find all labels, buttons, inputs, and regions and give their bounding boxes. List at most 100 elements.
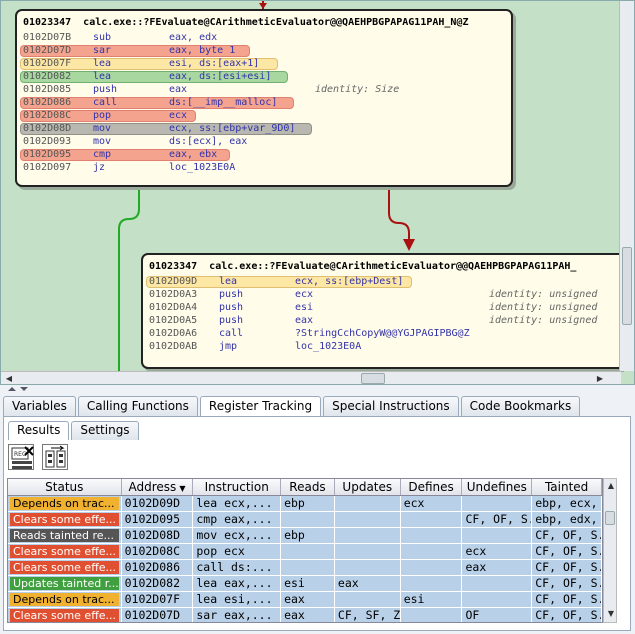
instruction-address: 0102D095 xyxy=(23,149,72,160)
instruction-address: 0102D07D xyxy=(23,45,72,56)
instruction-operands: ds:[ecx], eax xyxy=(169,136,248,147)
instruction-row[interactable]: 0102D093 mov ds:[ecx], eax xyxy=(23,135,505,148)
instruction-mnemonic: push xyxy=(219,315,244,326)
column-header-reads[interactable]: Reads xyxy=(281,479,335,495)
panel-splitter[interactable] xyxy=(0,385,635,394)
instruction-operands: ecx, ss:[ebp+var_9D0] xyxy=(169,123,296,134)
column-header-address[interactable]: Address ▼ xyxy=(122,479,194,495)
splitter-arrows-icon[interactable] xyxy=(6,385,46,394)
sub-tab-bar: Results Settings xyxy=(8,421,141,440)
column-header-tainted[interactable]: Tainted xyxy=(532,479,602,495)
scroll-thumb[interactable] xyxy=(605,511,615,525)
cell-undefines: CF, OF, S... xyxy=(462,512,533,527)
table-row[interactable]: Clears some effe... 0102D095 cmp eax,... CF… xyxy=(8,512,602,528)
instruction-address: 0102D07F xyxy=(23,58,72,69)
table-row[interactable]: Depends on trac... 0102D07F lea esi,... eax… xyxy=(8,592,602,608)
table-row[interactable]: Clears some effe... 0102D086 call ds:... ea… xyxy=(8,560,602,576)
instruction-row[interactable]: 0102D08C pop ecx xyxy=(20,109,505,122)
graph-view[interactable]: 01023347 calc.exe::?FEvaluate@CArithmetic… xyxy=(0,0,635,385)
node-address: 01023347 xyxy=(149,261,198,272)
column-header-status[interactable]: Status xyxy=(8,479,122,495)
cell-undefines xyxy=(462,496,533,511)
instruction-row[interactable]: 0102D097 jz loc_1023E0A xyxy=(23,161,505,174)
instruction-address: 0102D0A4 xyxy=(149,302,198,313)
instruction-row[interactable]: 0102D086 call ds:[__imp__malloc] xyxy=(20,96,505,109)
instruction-address: 0102D085 xyxy=(23,84,72,95)
tab-variables[interactable]: Variables xyxy=(3,396,76,417)
instruction-row[interactable]: 0102D08D mov ecx, ss:[ebp+var_9D0] xyxy=(20,122,505,135)
cell-updates xyxy=(335,528,401,543)
code-block-node-2[interactable]: 01023347 calc.exe::?FEvaluate@CArithmetic… xyxy=(141,253,621,369)
table-row[interactable]: Depends on trac... 0102D09D lea ecx,... ebp… xyxy=(8,496,602,512)
column-header-instruction[interactable]: Instruction xyxy=(193,479,282,495)
cell-instruction: sar eax,... xyxy=(193,608,282,622)
table-body: Depends on trac... 0102D09D lea ecx,... ebp… xyxy=(8,496,602,622)
instruction-row[interactable]: 0102D0A6 call ?StringCchCopyW@@YGJPAGIPBG@… xyxy=(149,327,615,340)
register-tracking-icon[interactable] xyxy=(41,444,68,470)
instruction-mnemonic: push xyxy=(93,84,118,95)
node-function-name: calc.exe::?FEvaluate@CArithmeticEvaluato… xyxy=(83,17,469,28)
instruction-row[interactable]: 0102D082 lea eax, ds:[esi+esi] xyxy=(20,70,505,83)
subtab-results[interactable]: Results xyxy=(8,421,70,440)
scroll-down-icon[interactable]: ▼ xyxy=(604,607,618,621)
instruction-row[interactable]: 0102D0A3 push ecx identity: unsigned xyxy=(149,288,615,301)
cell-address: 0102D07D xyxy=(122,608,194,622)
instruction-row[interactable]: 0102D09D lea ecx, ss:[ebp+Dest] xyxy=(146,275,615,288)
scroll-up-icon[interactable]: ▲ xyxy=(604,479,618,493)
cell-updates xyxy=(335,544,401,559)
instruction-mnemonic: jz xyxy=(93,162,106,173)
scroll-thumb[interactable] xyxy=(361,373,385,384)
scroll-thumb[interactable] xyxy=(622,247,632,325)
cell-instruction: mov ecx,... xyxy=(193,528,282,543)
subtab-settings[interactable]: Settings xyxy=(71,421,139,440)
instruction-row[interactable]: 0102D07F lea esi, ds:[eax+1] xyxy=(20,57,505,70)
instruction-operands: eax, ebx xyxy=(169,149,218,160)
tab-register-tracking[interactable]: Register Tracking xyxy=(199,396,322,418)
instruction-mnemonic: jmp xyxy=(219,341,238,352)
instruction-row[interactable]: 0102D07B sub eax, edx xyxy=(23,31,505,44)
tab-calling-functions[interactable]: Calling Functions xyxy=(77,396,198,417)
cell-instruction: lea eax,... xyxy=(193,576,282,591)
instruction-row[interactable]: 0102D085 push eax identity: Size xyxy=(23,83,505,96)
tab-special-instructions[interactable]: Special Instructions xyxy=(323,396,459,417)
cell-defines xyxy=(401,544,463,559)
instruction-row[interactable]: 0102D095 cmp eax, ebx xyxy=(20,148,505,161)
status-badge: Clears some effe... xyxy=(10,561,119,574)
table-vertical-scrollbar[interactable]: ▲ ▼ xyxy=(603,478,617,623)
table-row[interactable]: Updates tainted r... 0102D082 lea eax,... e… xyxy=(8,576,602,592)
column-header-updates[interactable]: Updates xyxy=(335,479,401,495)
scroll-left-icon[interactable]: ◀ xyxy=(2,372,16,384)
cell-tainted: ebp, edx, ... xyxy=(532,512,602,527)
column-header-defines[interactable]: Defines xyxy=(401,479,463,495)
code-block-node-1[interactable]: 01023347 calc.exe::?FEvaluate@CArithmetic… xyxy=(15,9,513,187)
instruction-mnemonic: call xyxy=(93,97,118,108)
instruction-mnemonic: call xyxy=(219,328,244,339)
cell-instruction: lea esi,... xyxy=(193,592,282,607)
status-badge: Depends on trac... xyxy=(10,593,119,606)
column-header-undefines[interactable]: Undefines xyxy=(462,479,533,495)
instruction-operands: eax xyxy=(295,315,314,326)
instruction-address: 0102D07B xyxy=(23,32,72,43)
table-row[interactable]: Clears some effe... 0102D07D sar eax,... ea… xyxy=(8,608,602,622)
graph-vertical-scrollbar[interactable] xyxy=(619,1,634,371)
instruction-row[interactable]: 0102D0A5 push eax identity: unsigned xyxy=(149,314,615,327)
instruction-row[interactable]: 0102D07D sar eax, byte 1 xyxy=(20,44,505,57)
graph-horizontal-scrollbar[interactable]: ◀ ▶ xyxy=(1,371,621,384)
scroll-right-icon[interactable]: ▶ xyxy=(593,372,607,384)
results-toolbar: REG xyxy=(8,444,72,474)
instruction-address: 0102D093 xyxy=(23,136,72,147)
instruction-row[interactable]: 0102D0A4 push esi identity: unsigned xyxy=(149,301,615,314)
cell-undefines: ecx xyxy=(462,544,533,559)
register-clear-icon[interactable]: REG xyxy=(8,444,34,470)
cell-updates xyxy=(335,512,401,527)
table-row[interactable]: Clears some effe... 0102D08C pop ecx ecx CF,… xyxy=(8,544,602,560)
cell-undefines: OF xyxy=(462,608,533,622)
status-badge: Clears some effe... xyxy=(10,545,119,558)
instruction-mnemonic: lea xyxy=(93,71,112,82)
instruction-operands: eax, ds:[esi+esi] xyxy=(169,71,272,82)
tab-code-bookmarks[interactable]: Code Bookmarks xyxy=(460,396,581,417)
table-row[interactable]: Reads tainted re... 0102D08D mov ecx,... eb… xyxy=(8,528,602,544)
instruction-operands: loc_1023E0A xyxy=(295,341,362,352)
register-tracking-table[interactable]: Status Address ▼ Instruction Reads Updates Def… xyxy=(7,478,603,623)
instruction-row[interactable]: 0102D0AB jmp loc_1023E0A xyxy=(149,340,615,353)
